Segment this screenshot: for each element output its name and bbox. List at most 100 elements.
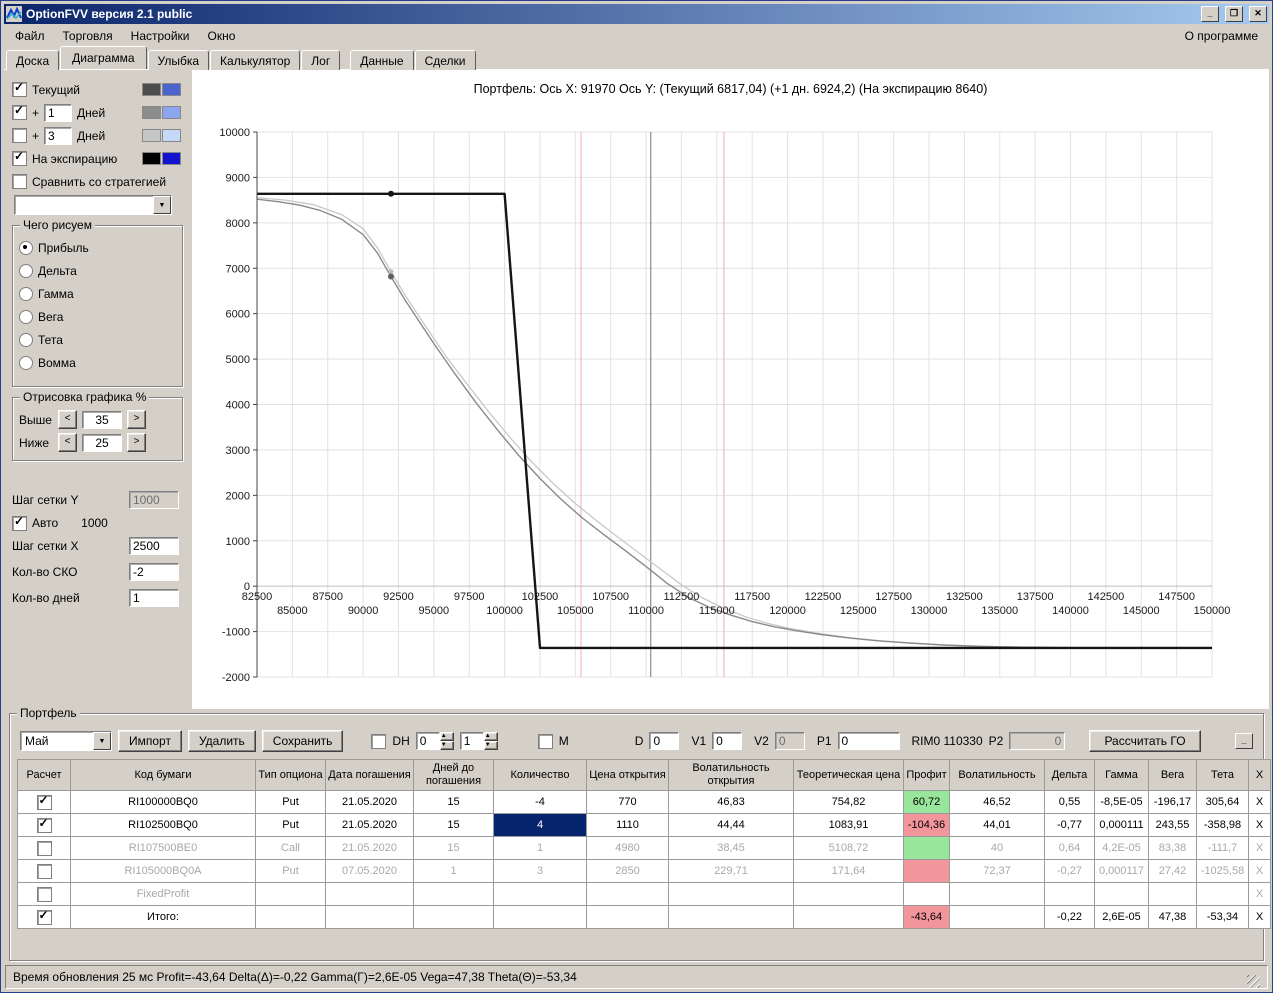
dh-checkbox[interactable] xyxy=(371,733,387,749)
cell-type[interactable] xyxy=(255,882,326,906)
cell-vol[interactable]: 40 xyxy=(949,836,1045,860)
cell-vol[interactable]: 46,52 xyxy=(949,790,1045,814)
d-input[interactable] xyxy=(649,732,680,750)
cell-gamma[interactable]: 0,000111 xyxy=(1094,813,1149,837)
dh-spinner-1-up[interactable]: ▲ xyxy=(439,732,454,741)
cell-vol[interactable] xyxy=(949,882,1045,906)
cell-days[interactable]: 15 xyxy=(413,836,494,860)
cell-profit[interactable] xyxy=(903,859,950,883)
cell-open_price[interactable] xyxy=(586,905,669,929)
cell-checked[interactable] xyxy=(17,790,71,814)
row-remove-button[interactable]: X xyxy=(1248,859,1271,883)
cell-qty[interactable]: 4 xyxy=(493,813,587,837)
cell-gamma[interactable] xyxy=(1094,882,1149,906)
current-color-swatch-1[interactable] xyxy=(142,83,161,96)
cell-delta[interactable]: 0,64 xyxy=(1044,836,1095,860)
cell-type[interactable]: Call xyxy=(255,836,326,860)
menu-window[interactable]: Окно xyxy=(199,26,245,46)
cell-theta[interactable]: -53,34 xyxy=(1196,905,1249,929)
row-remove-button[interactable]: X xyxy=(1248,905,1271,929)
cell-theo[interactable] xyxy=(793,905,904,929)
cell-checked[interactable] xyxy=(17,905,71,929)
cell-profit[interactable]: -104,36 xyxy=(903,813,950,837)
dh-spinner-2-input[interactable] xyxy=(459,732,484,750)
expiration-color-swatch-1[interactable] xyxy=(142,152,161,165)
cell-qty[interactable] xyxy=(493,882,587,906)
days-count-input[interactable] xyxy=(129,589,179,607)
plus1-checkbox[interactable] xyxy=(12,103,27,120)
month-combobox[interactable]: Май ▼ xyxy=(20,731,112,751)
above-decrease-button[interactable]: < xyxy=(58,410,77,429)
cell-gamma[interactable]: 4,2E-05 xyxy=(1094,836,1149,860)
month-dropdown-icon[interactable]: ▼ xyxy=(93,732,111,750)
vega-radio[interactable] xyxy=(19,309,33,324)
cell-theo[interactable]: 171,64 xyxy=(793,859,904,883)
delta-radio[interactable] xyxy=(19,263,33,278)
cell-expiry[interactable]: 21.05.2020 xyxy=(325,813,414,837)
above-increase-button[interactable]: > xyxy=(127,410,146,429)
import-button[interactable]: Импорт xyxy=(118,730,182,752)
collapse-panel-button[interactable]: _ xyxy=(1235,733,1253,749)
cell-delta[interactable]: -0,22 xyxy=(1044,905,1095,929)
theta-radio[interactable] xyxy=(19,332,33,347)
cell-expiry[interactable] xyxy=(325,882,414,906)
grid-step-y-input[interactable] xyxy=(129,491,179,509)
plus3-days-input[interactable] xyxy=(44,126,73,145)
cell-type[interactable]: Put xyxy=(255,813,326,837)
cell-expiry[interactable]: 07.05.2020 xyxy=(325,859,414,883)
cell-open_price[interactable]: 770 xyxy=(586,790,669,814)
cell-vol[interactable] xyxy=(949,905,1045,929)
m-checkbox[interactable] xyxy=(537,733,553,749)
cell-open_vol[interactable]: 44,44 xyxy=(668,813,794,837)
v1-input[interactable] xyxy=(712,732,743,750)
p2-input[interactable] xyxy=(1009,732,1066,750)
tab-deals[interactable]: Сделки xyxy=(414,50,476,70)
p1-input[interactable] xyxy=(837,732,900,750)
cell-checked[interactable] xyxy=(17,859,71,883)
current-color-swatch-2[interactable] xyxy=(162,83,181,96)
row-remove-button[interactable]: X xyxy=(1248,836,1271,860)
cell-qty[interactable]: -4 xyxy=(493,790,587,814)
cell-gamma[interactable]: -8,5E-05 xyxy=(1094,790,1149,814)
row-calc-checkbox[interactable] xyxy=(36,793,52,810)
cell-open_price[interactable] xyxy=(586,882,669,906)
cell-profit[interactable]: 60,72 xyxy=(903,790,950,814)
cell-days[interactable]: 1 xyxy=(413,859,494,883)
dh-spinner-2-down[interactable]: ▼ xyxy=(483,741,498,750)
menu-file[interactable]: Файл xyxy=(6,26,54,46)
plus3-color-swatch-1[interactable] xyxy=(142,129,161,142)
cell-profit[interactable]: -43,64 xyxy=(903,905,950,929)
cell-qty[interactable] xyxy=(493,905,587,929)
cell-vega[interactable]: 83,38 xyxy=(1148,836,1197,860)
cell-delta[interactable] xyxy=(1044,882,1095,906)
cell-code[interactable]: RI102500BQ0 xyxy=(70,813,256,837)
cell-qty[interactable]: 3 xyxy=(493,859,587,883)
sko-input[interactable] xyxy=(129,563,179,581)
row-calc-checkbox[interactable] xyxy=(36,816,52,833)
calc-margin-button[interactable]: Рассчитать ГО xyxy=(1089,730,1201,752)
cell-theta[interactable]: 305,64 xyxy=(1196,790,1249,814)
cell-open_price[interactable]: 4980 xyxy=(586,836,669,860)
cell-theta[interactable]: -358,98 xyxy=(1196,813,1249,837)
row-remove-button[interactable]: X xyxy=(1248,813,1271,837)
grid-step-x-input[interactable] xyxy=(129,537,179,555)
current-checkbox[interactable] xyxy=(12,80,27,97)
payoff-chart[interactable]: -2000-1000010002000300040005000600070008… xyxy=(192,104,1262,704)
cell-gamma[interactable]: 2,6E-05 xyxy=(1094,905,1149,929)
cell-days[interactable]: 15 xyxy=(413,813,494,837)
below-increase-button[interactable]: > xyxy=(127,433,146,452)
profit-radio[interactable] xyxy=(19,240,33,255)
cell-days[interactable] xyxy=(413,882,494,906)
expiration-checkbox[interactable] xyxy=(12,149,27,166)
cell-vega[interactable]: -196,17 xyxy=(1148,790,1197,814)
dh-spinner-2-up[interactable]: ▲ xyxy=(483,732,498,741)
title-bar[interactable]: OptionFVV версия 2.1 public _ ❐ ✕ xyxy=(4,4,1269,24)
gamma-radio[interactable] xyxy=(19,286,33,301)
save-button[interactable]: Сохранить xyxy=(261,730,344,752)
above-percent-input[interactable] xyxy=(82,410,122,429)
cell-expiry[interactable] xyxy=(325,905,414,929)
tab-board[interactable]: Доска xyxy=(6,50,60,70)
row-remove-button[interactable]: X xyxy=(1248,882,1271,906)
cell-code[interactable]: FixedProfit xyxy=(70,882,256,906)
dh-spinner-1-down[interactable]: ▼ xyxy=(439,741,454,750)
